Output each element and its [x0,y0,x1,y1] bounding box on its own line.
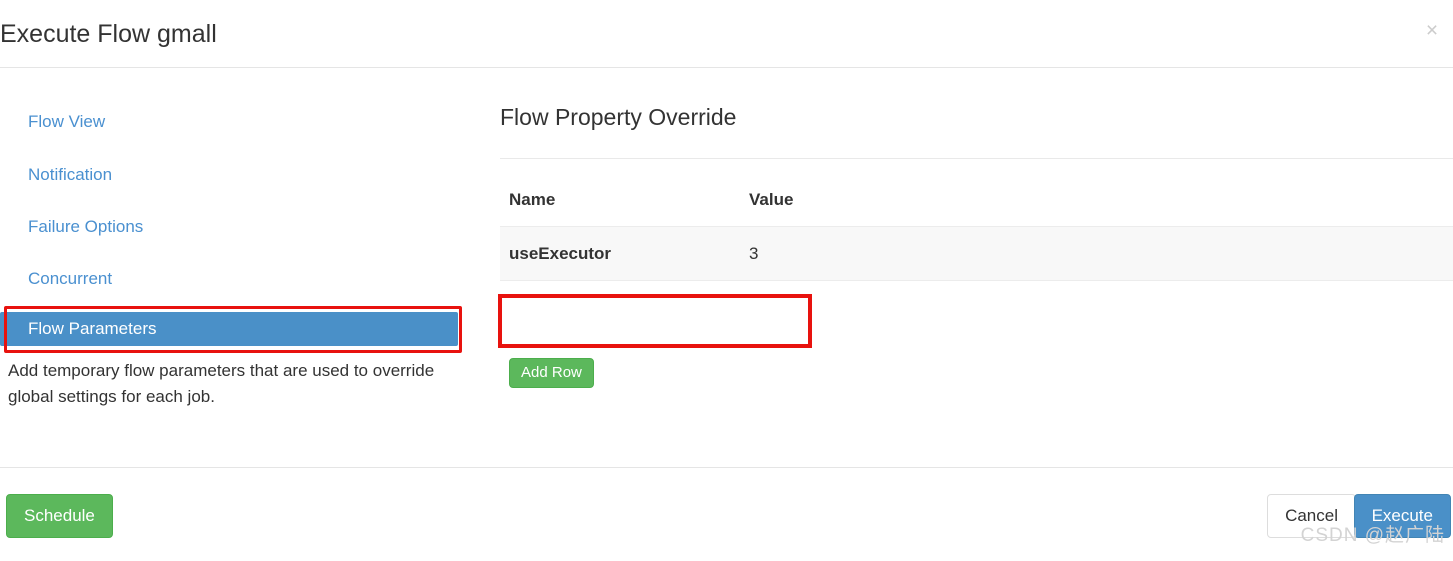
close-icon[interactable]: × [1419,18,1445,44]
execute-flow-dialog: Execute Flow gmall × Flow View Notificat… [0,0,1453,561]
sidebar-item-notification[interactable]: Notification [0,158,458,192]
page-title: Execute Flow gmall [0,20,217,48]
property-value-cell[interactable]: 3 [740,226,980,281]
sidebar-item-flow-parameters[interactable]: Flow Parameters [0,312,458,346]
column-header-spacer [980,190,1453,227]
property-spacer-cell [980,226,1453,281]
dialog-header: Execute Flow gmall × [0,0,1453,68]
sidebar-item-concurrent[interactable]: Concurrent [0,262,458,296]
execute-button[interactable]: Execute [1353,494,1451,538]
table-row[interactable]: useExecutor 3 [500,226,1453,281]
sidebar-item-failure-options[interactable]: Failure Options [0,210,458,244]
cancel-button[interactable]: Cancel [1267,494,1356,538]
panel-divider [500,158,1453,159]
schedule-button[interactable]: Schedule [6,494,113,538]
property-name-cell[interactable]: useExecutor [500,226,740,281]
column-header-name: Name [509,190,556,209]
flow-property-table: Name Value useExecutor 3 [500,190,1453,281]
sidebar-item-flow-view[interactable]: Flow View [0,105,458,139]
dialog-body: Flow View Notification Failure Options C… [0,68,1453,467]
column-header-value: Value [749,190,794,209]
main-panel: Flow Property Override Name Value useExe… [470,68,1453,467]
sidebar-description: Add temporary flow parameters that are u… [8,361,435,406]
dialog-footer: Schedule Cancel Execute CSDN @赵广陆 [0,467,1453,561]
sidebar: Flow View Notification Failure Options C… [0,68,470,467]
panel-heading: Flow Property Override [500,104,737,130]
add-row-button[interactable]: Add Row [509,358,594,388]
table-header-row: Name Value [500,190,1453,227]
